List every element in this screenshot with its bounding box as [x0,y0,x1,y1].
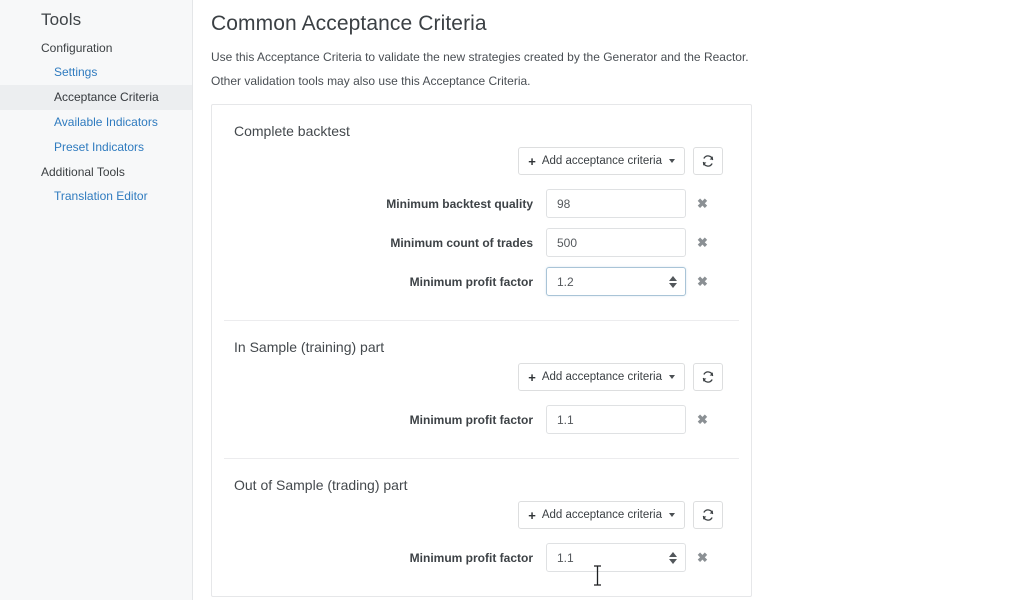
refresh-icon [701,154,715,168]
sidebar: Tools ConfigurationSettingsAcceptance Cr… [0,0,193,600]
app-root: Tools ConfigurationSettingsAcceptance Cr… [0,0,1017,600]
remove-criteria-icon[interactable]: ✖ [697,275,708,288]
criteria-row: Minimum profit factor ✖ [224,267,739,296]
add-acceptance-criteria-label: Add acceptance criteria [542,509,662,521]
section-toolbar: + Add acceptance criteria [224,501,739,529]
criteria-row: Minimum count of trades ✖ [224,228,739,257]
criteria-row: Minimum profit factor ✖ [224,543,739,572]
criteria-input-wrapper [546,543,686,572]
page-description-line-2: Other validation tools may also use this… [211,74,1017,88]
criteria-value-input[interactable] [546,189,686,218]
section-toolbar: + Add acceptance criteria [224,147,739,175]
chevron-down-icon [669,513,675,517]
criteria-label: Minimum backtest quality [224,197,546,211]
section-title: In Sample (training) part [224,339,739,355]
remove-criteria-icon[interactable]: ✖ [697,413,708,426]
chevron-down-icon [669,375,675,379]
criteria-value-input[interactable] [546,405,686,434]
criteria-input-wrapper [546,189,686,218]
sidebar-group-label: Additional Tools [0,160,192,184]
page-title: Common Acceptance Criteria [211,12,1017,36]
refresh-icon [701,508,715,522]
section-in-sample: In Sample (training) part + Add acceptance… [224,321,739,459]
plus-icon: + [528,509,536,522]
refresh-button[interactable] [693,363,723,391]
remove-criteria-icon[interactable]: ✖ [697,551,708,564]
add-acceptance-criteria-label: Add acceptance criteria [542,371,662,383]
number-stepper-icon[interactable] [669,552,677,564]
refresh-button[interactable] [693,147,723,175]
sidebar-item-settings[interactable]: Settings [0,60,192,85]
criteria-input-wrapper [546,405,686,434]
add-acceptance-criteria-label: Add acceptance criteria [542,155,662,167]
remove-criteria-icon[interactable]: ✖ [697,236,708,249]
criteria-value-input[interactable] [546,228,686,257]
criteria-label: Minimum profit factor [224,551,546,565]
add-acceptance-criteria-button[interactable]: + Add acceptance criteria [518,147,685,175]
criteria-label: Minimum profit factor [224,275,546,289]
criteria-input-wrapper [546,228,686,257]
section-out-of-sample: Out of Sample (trading) part + Add accepta… [224,459,739,596]
criteria-label: Minimum profit factor [224,413,546,427]
criteria-value-input[interactable] [546,267,686,296]
sidebar-nav: ConfigurationSettingsAcceptance Criteria… [0,36,192,209]
criteria-row: Minimum profit factor ✖ [224,405,739,434]
acceptance-criteria-panel: Complete backtest + Add acceptance criteri… [211,104,752,597]
sidebar-title: Tools [0,6,192,36]
number-stepper-icon[interactable] [669,276,677,288]
plus-icon: + [528,155,536,168]
criteria-value-input[interactable] [546,543,686,572]
main-content: Common Acceptance Criteria Use this Acce… [193,0,1017,600]
criteria-label: Minimum count of trades [224,236,546,250]
sidebar-item-available-indicators[interactable]: Available Indicators [0,110,192,135]
section-title: Complete backtest [224,123,739,139]
sidebar-group-label: Configuration [0,36,192,60]
remove-criteria-icon[interactable]: ✖ [697,197,708,210]
section-toolbar: + Add acceptance criteria [224,363,739,391]
sidebar-item-preset-indicators[interactable]: Preset Indicators [0,135,192,160]
chevron-down-icon [669,159,675,163]
criteria-row: Minimum backtest quality ✖ [224,189,739,218]
add-acceptance-criteria-button[interactable]: + Add acceptance criteria [518,501,685,529]
page-description-line-1: Use this Acceptance Criteria to validate… [211,50,1017,64]
add-acceptance-criteria-button[interactable]: + Add acceptance criteria [518,363,685,391]
plus-icon: + [528,371,536,384]
refresh-button[interactable] [693,501,723,529]
criteria-input-wrapper [546,267,686,296]
section-title: Out of Sample (trading) part [224,477,739,493]
sidebar-item-translation-editor[interactable]: Translation Editor [0,184,192,209]
refresh-icon [701,370,715,384]
section-complete-backtest: Complete backtest + Add acceptance criteri… [224,105,739,321]
sidebar-item-acceptance-criteria[interactable]: Acceptance Criteria [0,85,192,110]
